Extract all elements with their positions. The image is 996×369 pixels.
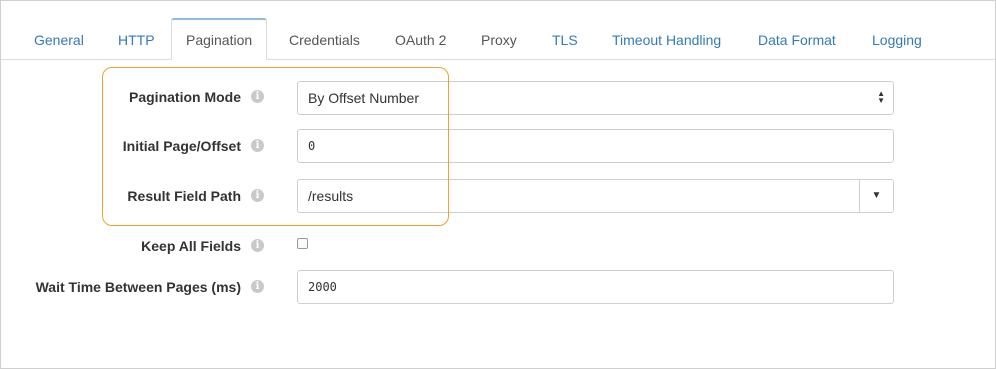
wait-time-input[interactable]: 2000 (297, 270, 894, 304)
tab-bar: General HTTP Pagination Credentials OAut… (1, 1, 995, 60)
wait-time-label: Wait Time Between Pages (ms) (35, 279, 241, 295)
info-icon[interactable]: i (251, 239, 264, 252)
pagination-config-panel: General HTTP Pagination Credentials OAut… (0, 0, 996, 369)
caret-down-icon: ▼ (871, 190, 882, 201)
initial-page-label: Initial Page/Offset (122, 138, 241, 154)
info-icon[interactable]: i (251, 90, 264, 103)
keep-all-fields-label: Keep All Fields (141, 238, 241, 254)
initial-page-input[interactable]: 0 (297, 129, 894, 163)
pagination-mode-value: By Offset Number (308, 90, 420, 106)
tab-http[interactable]: HTTP (118, 32, 155, 48)
info-icon[interactable]: i (251, 189, 264, 202)
select-updown-icon: ▲ ▼ (877, 89, 885, 106)
tab-pagination[interactable]: Pagination (171, 18, 268, 60)
info-icon[interactable]: i (251, 280, 264, 293)
tab-general[interactable]: General (34, 32, 84, 48)
info-icon[interactable]: i (251, 139, 264, 152)
tab-logging[interactable]: Logging (872, 32, 922, 48)
tab-tls[interactable]: TLS (552, 32, 578, 48)
tab-credentials[interactable]: Credentials (289, 32, 360, 48)
tab-proxy[interactable]: Proxy (481, 32, 517, 48)
keep-all-fields-checkbox[interactable] (297, 238, 308, 249)
tab-data-format[interactable]: Data Format (758, 32, 836, 48)
result-field-path-input[interactable]: /results (297, 179, 860, 213)
tab-oauth2[interactable]: OAuth 2 (395, 32, 446, 48)
pagination-mode-label: Pagination Mode (129, 89, 241, 105)
pagination-mode-select[interactable]: By Offset Number ▲ ▼ (297, 81, 894, 115)
result-field-path-label: Result Field Path (127, 188, 241, 204)
tab-timeout-handling[interactable]: Timeout Handling (612, 32, 721, 48)
field-path-dropdown-button[interactable]: ▼ (859, 179, 894, 213)
